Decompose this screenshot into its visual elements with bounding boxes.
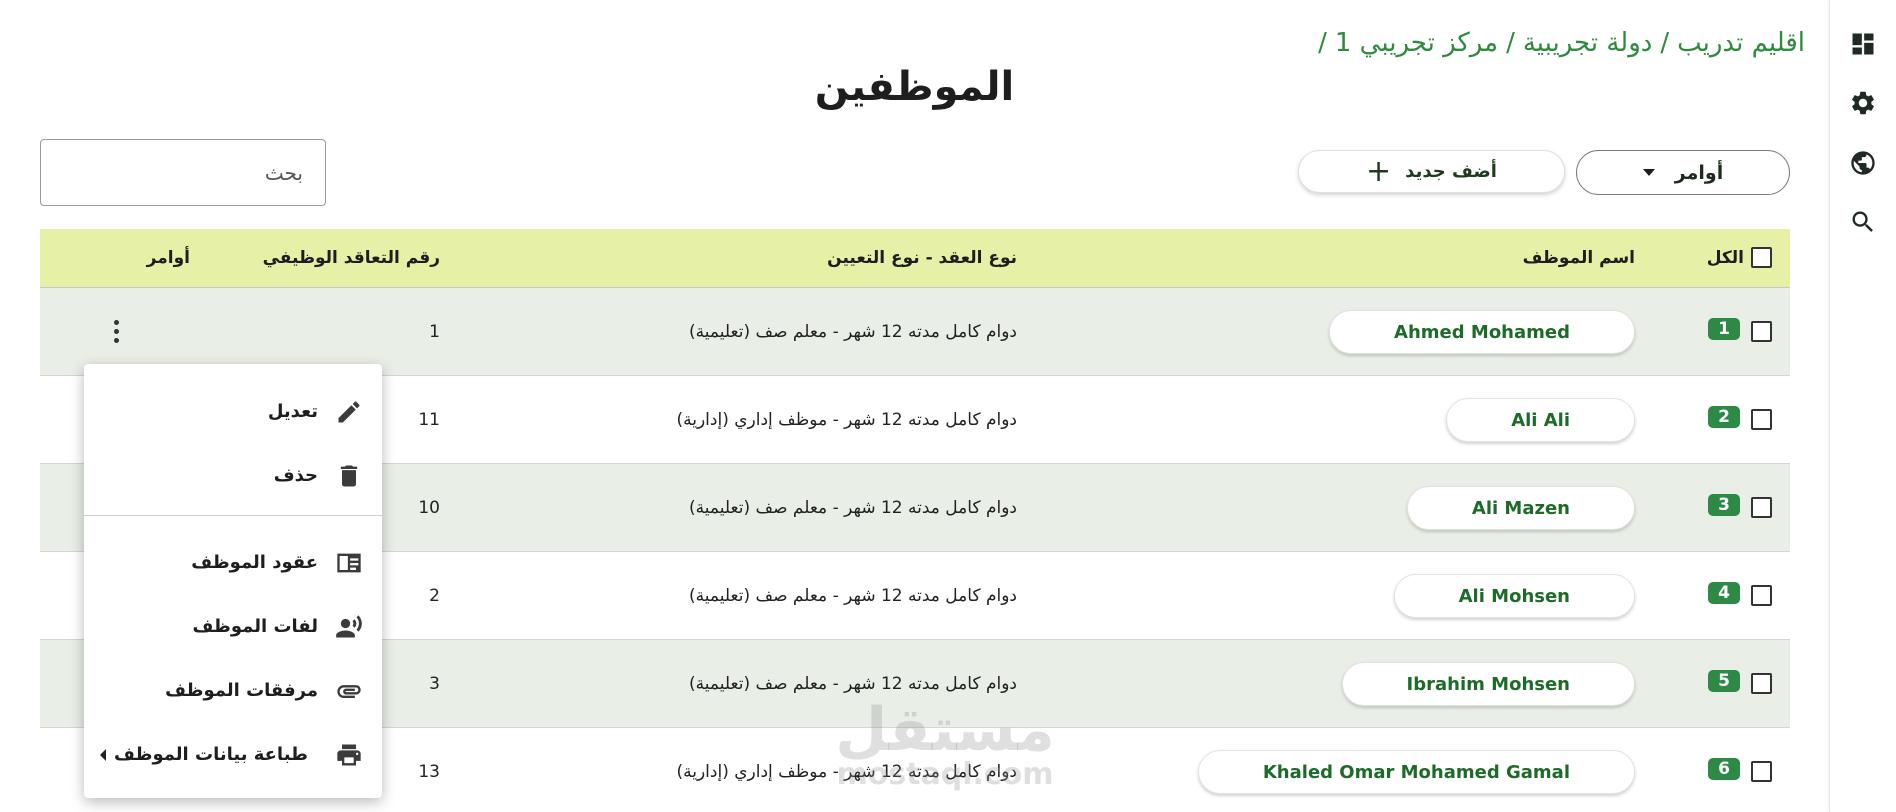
header-contract-type: نوع العقد - نوع التعيين bbox=[827, 248, 1017, 268]
page-title: الموظفين bbox=[814, 64, 1015, 110]
table-row: 1 Ahmed Mohamed دوام كامل مدته 12 شهر - … bbox=[40, 288, 1790, 376]
row-checkbox[interactable] bbox=[1751, 409, 1772, 430]
breadcrumb-item-country[interactable]: دولة تجريبية bbox=[1523, 28, 1653, 58]
add-new-button[interactable]: أضف جديد + bbox=[1298, 150, 1565, 193]
dashboard-icon[interactable] bbox=[1848, 29, 1878, 59]
row-index-badge: 1 bbox=[1708, 318, 1740, 340]
gear-icon[interactable] bbox=[1848, 88, 1878, 118]
breadcrumb-separator: / bbox=[1660, 28, 1670, 58]
side-rail bbox=[1829, 0, 1896, 812]
contract-number-cell: 13 bbox=[418, 762, 440, 782]
row-index-badge: 3 bbox=[1708, 494, 1740, 516]
contract-type-cell: دوام كامل مدته 12 شهر - موظف إداري (إدار… bbox=[676, 410, 1017, 430]
breadcrumb-separator: / bbox=[1318, 28, 1327, 58]
contract-type-cell: دوام كامل مدته 12 شهر - موظف إداري (إدار… bbox=[676, 762, 1017, 782]
row-index-badge: 2 bbox=[1708, 406, 1740, 428]
chevron-down-icon bbox=[1642, 169, 1655, 176]
breadcrumb-item-center[interactable]: مركز تجريبي 1 bbox=[1335, 28, 1498, 58]
employee-name-chip[interactable]: Ali Mazen bbox=[1406, 486, 1635, 530]
search-input[interactable] bbox=[41, 140, 325, 205]
paperclip-icon bbox=[335, 677, 363, 705]
contract-type-cell: دوام كامل مدته 12 شهر - معلم صف (تعليمية… bbox=[689, 674, 1017, 694]
search-field[interactable] bbox=[40, 139, 326, 206]
header-contract-number: رقم التعاقد الوظيفي bbox=[262, 248, 440, 268]
header-employee-name: اسم الموظف bbox=[1522, 248, 1635, 268]
menu-item-edit[interactable]: تعديل bbox=[84, 388, 382, 436]
row-checkbox[interactable] bbox=[1751, 497, 1772, 518]
breadcrumb: اقليم تدريب / دولة تجريبية / مركز تجريبي… bbox=[1318, 28, 1805, 58]
plus-icon: + bbox=[1366, 153, 1392, 189]
row-index-badge: 4 bbox=[1708, 582, 1740, 604]
contract-number-cell: 1 bbox=[429, 322, 440, 342]
trash-icon bbox=[335, 462, 363, 490]
menu-item-label: لفات الموظف bbox=[192, 616, 319, 637]
printer-icon bbox=[335, 741, 363, 769]
contract-card-icon bbox=[335, 549, 363, 577]
breadcrumb-separator: / bbox=[1506, 28, 1515, 58]
contract-type-cell: دوام كامل مدته 12 شهر - معلم صف (تعليمية… bbox=[689, 322, 1017, 342]
add-new-label: أضف جديد bbox=[1405, 161, 1497, 182]
contract-number-cell: 11 bbox=[418, 410, 440, 430]
employee-name-chip[interactable]: Ali Ali bbox=[1446, 398, 1635, 442]
contract-type-cell: دوام كامل مدته 12 شهر - معلم صف (تعليمية… bbox=[689, 498, 1017, 518]
table-header: الكل اسم الموظف نوع العقد - نوع التعيين … bbox=[40, 229, 1790, 288]
search-icon[interactable] bbox=[1848, 207, 1878, 237]
menu-item-label: مرفقات الموظف bbox=[165, 680, 318, 701]
contract-number-cell: 3 bbox=[429, 674, 440, 694]
commands-label: أوامر bbox=[1674, 161, 1724, 184]
row-actions-kebab-icon[interactable] bbox=[104, 316, 128, 346]
employee-name-chip[interactable]: Ahmed Mohamed bbox=[1329, 310, 1635, 354]
employee-name-chip[interactable]: Ali Mohsen bbox=[1393, 574, 1635, 618]
row-checkbox[interactable] bbox=[1751, 673, 1772, 694]
menu-item-attachments[interactable]: مرفقات الموظف bbox=[84, 667, 382, 715]
menu-item-label: عقود الموظف bbox=[191, 552, 318, 573]
row-checkbox[interactable] bbox=[1751, 321, 1772, 342]
contract-type-cell: دوام كامل مدته 12 شهر - معلم صف (تعليمية… bbox=[689, 586, 1017, 606]
person-voice-icon bbox=[335, 613, 363, 641]
header-select-all: الكل bbox=[1706, 248, 1744, 268]
globe-icon[interactable] bbox=[1848, 148, 1878, 178]
row-checkbox[interactable] bbox=[1751, 761, 1772, 782]
header-actions: أوامر bbox=[146, 248, 190, 268]
menu-item-label: تعديل bbox=[267, 401, 318, 422]
chevron-left-icon bbox=[100, 749, 106, 761]
contract-number-cell: 2 bbox=[429, 586, 440, 606]
menu-item-contracts[interactable]: عقود الموظف bbox=[84, 539, 382, 587]
row-checkbox[interactable] bbox=[1751, 585, 1772, 606]
menu-item-label: حذف bbox=[273, 465, 318, 486]
select-all-checkbox[interactable] bbox=[1751, 247, 1772, 268]
menu-divider bbox=[84, 515, 382, 516]
employees-page: اقليم تدريب / دولة تجريبية / مركز تجريبي… bbox=[0, 0, 1896, 812]
contract-number-cell: 10 bbox=[418, 498, 440, 518]
commands-dropdown[interactable]: أوامر bbox=[1576, 150, 1790, 195]
menu-item-delete[interactable]: حذف bbox=[84, 452, 382, 500]
pencil-icon bbox=[335, 398, 363, 426]
menu-item-files[interactable]: لفات الموظف bbox=[84, 603, 382, 651]
employee-name-chip[interactable]: Khaled Omar Mohamed Gamal bbox=[1197, 750, 1635, 794]
row-index-badge: 5 bbox=[1708, 670, 1740, 692]
row-actions-menu: تعديل حذف عقود الموظف لفات الموظف مرفقات… bbox=[84, 364, 382, 798]
employee-name-chip[interactable]: Ibrahim Mohsen bbox=[1341, 662, 1635, 706]
breadcrumb-item-region[interactable]: اقليم تدريب bbox=[1677, 28, 1805, 58]
menu-item-print[interactable]: طباعة بيانات الموظف bbox=[84, 731, 382, 779]
menu-item-label: طباعة بيانات الموظف bbox=[114, 744, 308, 765]
row-index-badge: 6 bbox=[1708, 758, 1740, 780]
